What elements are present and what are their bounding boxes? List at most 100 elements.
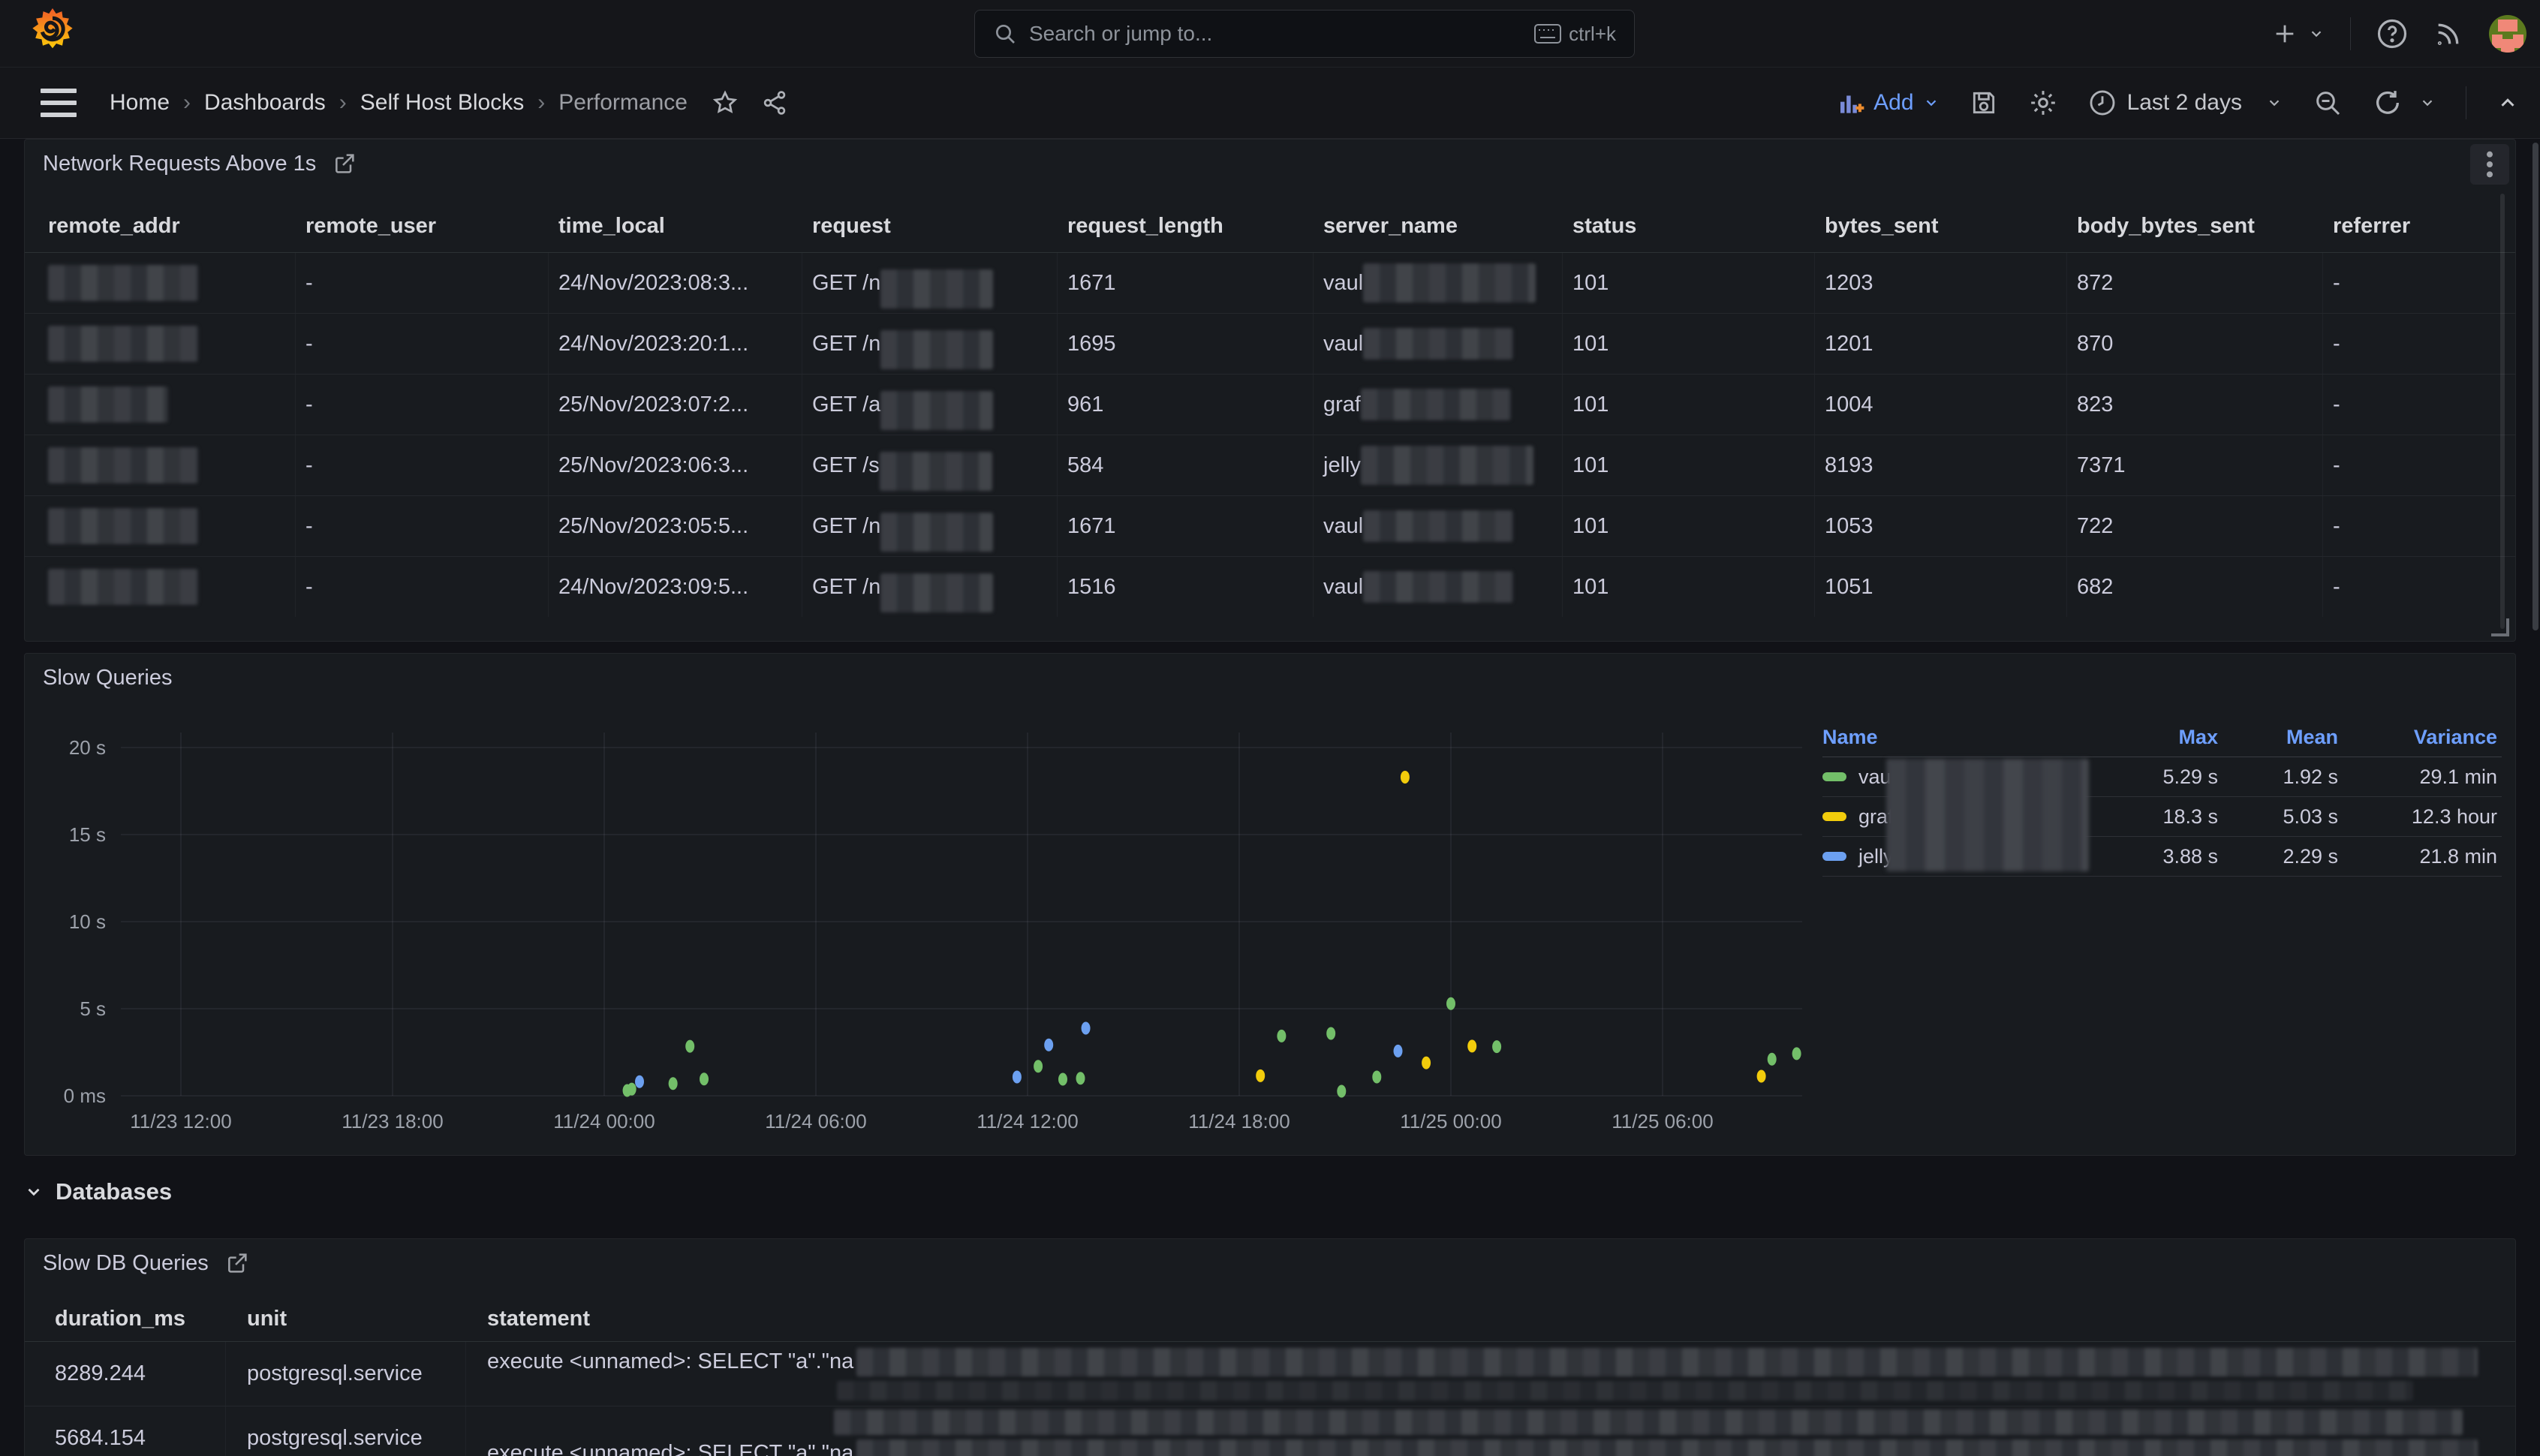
dashboard-settings-button[interactable]	[2028, 88, 2058, 118]
y-axis-tick-label: 10 s	[31, 910, 106, 934]
series-mean: 1.92 s	[2222, 766, 2343, 789]
legend-header-variance[interactable]: Variance	[2343, 726, 2502, 749]
scatter-point[interactable]	[1792, 1047, 1801, 1060]
user-avatar[interactable]	[2489, 15, 2526, 53]
databases-section-toggle[interactable]: Databases	[24, 1171, 172, 1213]
column-header[interactable]: bytes_sent	[1815, 200, 2067, 252]
menu-toggle-button[interactable]	[41, 89, 77, 117]
share-button[interactable]	[761, 89, 788, 116]
scatter-point[interactable]	[1044, 1039, 1053, 1051]
breadcrumb-home[interactable]: Home	[110, 90, 170, 116]
scatter-point[interactable]	[1372, 1070, 1381, 1083]
scatter-point[interactable]	[1394, 1045, 1403, 1057]
scatter-point[interactable]	[1446, 997, 1455, 1010]
collapse-controls-button[interactable]	[2496, 92, 2519, 114]
cell-time-local: 24/Nov/2023:09:5...	[549, 557, 802, 617]
help-button[interactable]	[2376, 18, 2408, 50]
scatter-point[interactable]	[1013, 1070, 1022, 1083]
star-icon	[712, 89, 739, 116]
legend-header-name[interactable]: Name	[1822, 726, 2095, 749]
scatter-point[interactable]	[1467, 1039, 1476, 1052]
breadcrumb-separator: ›	[537, 90, 545, 116]
series-max: 3.88 s	[2095, 845, 2222, 868]
scatter-point[interactable]	[1256, 1069, 1265, 1082]
scatter-point[interactable]	[1492, 1040, 1501, 1053]
series-variance: 29.1 min	[2343, 766, 2502, 789]
column-header[interactable]: request_length	[1058, 200, 1314, 252]
scatter-point[interactable]	[1422, 1057, 1431, 1069]
save-icon	[1970, 89, 1998, 117]
column-header[interactable]: body_bytes_sent	[2067, 200, 2323, 252]
table-row[interactable]: -25/Nov/2023:07:2...GET /a961graf1011004…	[25, 374, 2515, 435]
column-header[interactable]: remote_user	[296, 200, 549, 252]
table-row[interactable]: 8289.244 postgresql.service execute <unn…	[25, 1341, 2515, 1406]
column-header[interactable]: time_local	[549, 200, 802, 252]
new-button[interactable]	[2272, 21, 2325, 47]
column-header[interactable]: request	[802, 200, 1058, 252]
grafana-logo-icon[interactable]	[26, 6, 80, 62]
zoom-out-button[interactable]	[2313, 88, 2343, 118]
search-input[interactable]: Search or jump to... ctrl+k	[974, 10, 1635, 58]
add-panel-button[interactable]: Add	[1839, 90, 1939, 116]
panel-resize-handle[interactable]	[2491, 618, 2509, 636]
table-scrollbar[interactable]	[2500, 194, 2505, 629]
rss-icon	[2433, 19, 2463, 49]
scatter-point[interactable]	[1076, 1072, 1085, 1084]
column-header[interactable]: remote_addr	[25, 200, 296, 252]
external-link-icon[interactable]	[225, 1251, 249, 1275]
cell-request-length: 961	[1058, 375, 1314, 435]
scatter-point[interactable]	[1757, 1070, 1766, 1083]
redacted-statement	[834, 1409, 2463, 1435]
table-row[interactable]: -24/Nov/2023:09:5...GET /n1516vaul101105…	[25, 556, 2515, 617]
save-dashboard-button[interactable]	[1970, 89, 1998, 117]
scatter-point[interactable]	[669, 1077, 678, 1090]
scatter-point[interactable]	[1337, 1084, 1346, 1097]
cell-time-local: 24/Nov/2023:08:3...	[549, 253, 802, 313]
breadcrumb-dashboards[interactable]: Dashboards	[204, 90, 326, 116]
scatter-point[interactable]	[1768, 1053, 1777, 1066]
table-row[interactable]: -24/Nov/2023:20:1...GET /n1695vaul101120…	[25, 313, 2515, 374]
x-axis-tick-label: 11/23 12:00	[113, 1110, 248, 1133]
panel-menu-button[interactable]	[2470, 144, 2509, 185]
scatter-point[interactable]	[1277, 1030, 1286, 1042]
panel-title[interactable]: Network Requests Above 1s	[43, 152, 316, 176]
column-header[interactable]: status	[1563, 200, 1815, 252]
scatter-point[interactable]	[635, 1075, 644, 1088]
redacted-request	[880, 269, 993, 308]
scatter-point[interactable]	[1401, 771, 1410, 784]
legend-header-mean[interactable]: Mean	[2222, 726, 2343, 749]
column-header[interactable]: unit	[226, 1296, 466, 1341]
cell-request: GET /n	[802, 496, 1058, 556]
series-variance: 21.8 min	[2343, 845, 2502, 868]
x-axis-tick-label: 11/24 06:00	[748, 1110, 883, 1133]
scatter-point[interactable]	[700, 1072, 709, 1085]
cell-remote-addr	[25, 557, 296, 617]
cell-time-local: 25/Nov/2023:05:5...	[549, 496, 802, 556]
scatter-point[interactable]	[1326, 1027, 1335, 1039]
favorite-star-button[interactable]	[712, 89, 739, 116]
table-row[interactable]: 5684.154 postgresql.service execute <unn…	[25, 1406, 2515, 1456]
table-row[interactable]: -25/Nov/2023:05:5...GET /n1671vaul101105…	[25, 495, 2515, 556]
table-row[interactable]: -25/Nov/2023:06:3...GET /s584jelly101819…	[25, 435, 2515, 495]
external-link-icon[interactable]	[333, 152, 357, 176]
breadcrumb-folder[interactable]: Self Host Blocks	[360, 90, 524, 116]
legend-header-max[interactable]: Max	[2095, 726, 2222, 749]
column-header[interactable]: referrer	[2323, 200, 2515, 252]
scatter-point[interactable]	[1058, 1072, 1067, 1085]
panel-title[interactable]: Slow DB Queries	[43, 1251, 209, 1276]
scatter-point[interactable]	[1082, 1021, 1091, 1034]
news-button[interactable]	[2433, 19, 2463, 49]
table-row[interactable]: -24/Nov/2023:08:3...GET /n1671vaul101120…	[25, 252, 2515, 313]
time-range-picker[interactable]: Last 2 days	[2088, 89, 2283, 117]
refresh-button[interactable]	[2373, 88, 2436, 118]
cell-referrer: -	[2323, 435, 2515, 495]
scatter-point[interactable]	[627, 1083, 637, 1096]
chevron-down-icon	[2266, 95, 2283, 111]
scatter-point[interactable]	[685, 1040, 694, 1053]
column-header[interactable]: statement	[466, 1296, 2515, 1341]
column-header[interactable]: duration_ms	[25, 1296, 226, 1341]
column-header[interactable]: server_name	[1314, 200, 1563, 252]
cell-bytes-sent: 8193	[1815, 435, 2067, 495]
scatter-point[interactable]	[1034, 1060, 1043, 1072]
page-scrollbar[interactable]	[2532, 143, 2538, 630]
